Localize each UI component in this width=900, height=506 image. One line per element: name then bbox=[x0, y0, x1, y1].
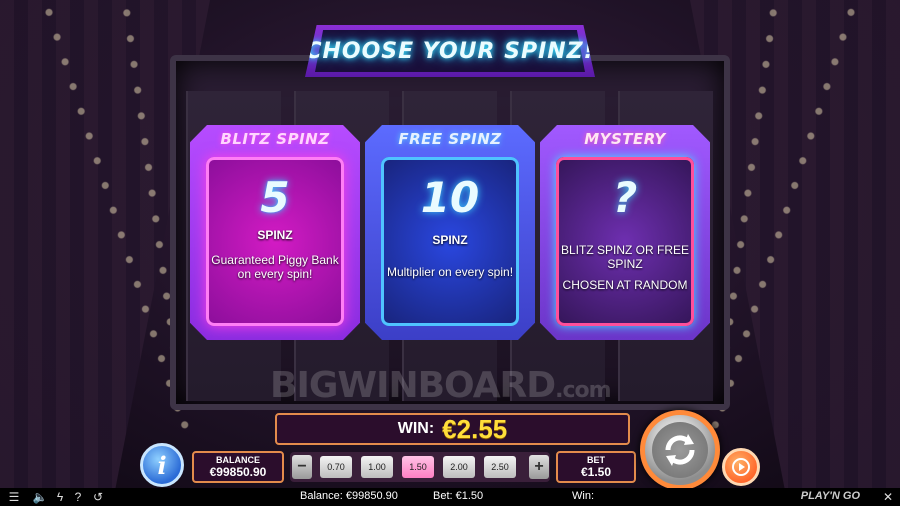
blitz-spinz-card[interactable]: BLITZ SPINZ 5 SPINZ Guaranteed Piggy Ban… bbox=[190, 125, 360, 340]
balance-value: €99850.90 bbox=[209, 465, 267, 479]
mystery-card[interactable]: MYSTERY ? BLITZ SPINZ OR FREE SPINZ CHOS… bbox=[540, 125, 710, 340]
card-line: CHOSEN AT RANDOM bbox=[562, 278, 688, 292]
info-icon: i bbox=[157, 450, 167, 480]
bet-option[interactable]: 0.70 bbox=[320, 456, 352, 478]
card-unit: SPINZ bbox=[257, 228, 293, 242]
win-value: €2.55 bbox=[442, 413, 508, 444]
status-bet: Bet: €1.50 bbox=[433, 490, 484, 502]
spin-button[interactable] bbox=[640, 410, 720, 488]
bet-option[interactable]: 1.00 bbox=[361, 456, 393, 478]
card-unit: SPINZ bbox=[432, 233, 468, 247]
bet-increase-button[interactable]: + bbox=[529, 455, 549, 479]
bet-decrease-button[interactable]: − bbox=[292, 455, 312, 479]
bet-caption: BET bbox=[587, 455, 605, 465]
spin-arrows-icon bbox=[665, 434, 695, 466]
info-button[interactable]: i bbox=[140, 443, 184, 487]
banner-title: CHOOSE YOUR SPINZ! bbox=[305, 38, 595, 64]
status-win: Win: bbox=[572, 490, 594, 502]
help-icon[interactable]: ? bbox=[70, 489, 86, 505]
card-number: 10 bbox=[420, 173, 480, 222]
card-number: 5 bbox=[260, 173, 290, 222]
card-number: ? bbox=[612, 173, 638, 222]
history-icon[interactable]: ↺ bbox=[90, 489, 106, 505]
watermark: BIGWINBOARD.com bbox=[270, 365, 612, 406]
card-line: BLITZ SPINZ OR FREE SPINZ bbox=[560, 243, 689, 271]
free-spinz-card[interactable]: FREE SPINZ 10 SPINZ Multiplier on every … bbox=[365, 125, 535, 340]
card-title: FREE SPINZ bbox=[398, 130, 502, 148]
status-balance: Balance: €99850.90 bbox=[300, 490, 398, 502]
bet-option-selected[interactable]: 1.50 bbox=[402, 456, 434, 478]
turbo-icon[interactable]: ϟ bbox=[52, 489, 68, 505]
win-label: WIN: bbox=[397, 420, 435, 437]
sound-icon[interactable]: 🔈 bbox=[32, 489, 48, 505]
game-stage: CHOOSE YOUR SPINZ! BLITZ SPINZ 5 SPINZ G… bbox=[0, 0, 900, 488]
card-description: Multiplier on every spin! bbox=[386, 265, 514, 279]
card-description: Guaranteed Piggy Bank on every spin! bbox=[211, 253, 339, 281]
playngo-logo: PLAY'N GO bbox=[800, 490, 860, 502]
bet-box: BET €1.50 bbox=[556, 451, 636, 483]
choose-banner: CHOOSE YOUR SPINZ! bbox=[305, 25, 595, 77]
balance-box: BALANCE €99850.90 bbox=[192, 451, 284, 483]
bet-option[interactable]: 2.00 bbox=[443, 456, 475, 478]
win-display: WIN: €2.55 bbox=[275, 413, 630, 445]
card-title: MYSTERY bbox=[584, 130, 666, 148]
close-icon[interactable]: ✕ bbox=[880, 489, 896, 505]
autoplay-button[interactable] bbox=[722, 448, 760, 486]
status-bar: ☰ 🔈 ϟ ? ↺ Balance: €99850.90 Bet: €1.50 … bbox=[0, 488, 900, 506]
play-icon bbox=[732, 458, 750, 476]
balance-caption: BALANCE bbox=[216, 455, 260, 465]
card-title: BLITZ SPINZ bbox=[220, 130, 330, 148]
bet-option[interactable]: 2.50 bbox=[484, 456, 516, 478]
menu-icon[interactable]: ☰ bbox=[6, 489, 22, 505]
bet-value: €1.50 bbox=[580, 465, 612, 479]
